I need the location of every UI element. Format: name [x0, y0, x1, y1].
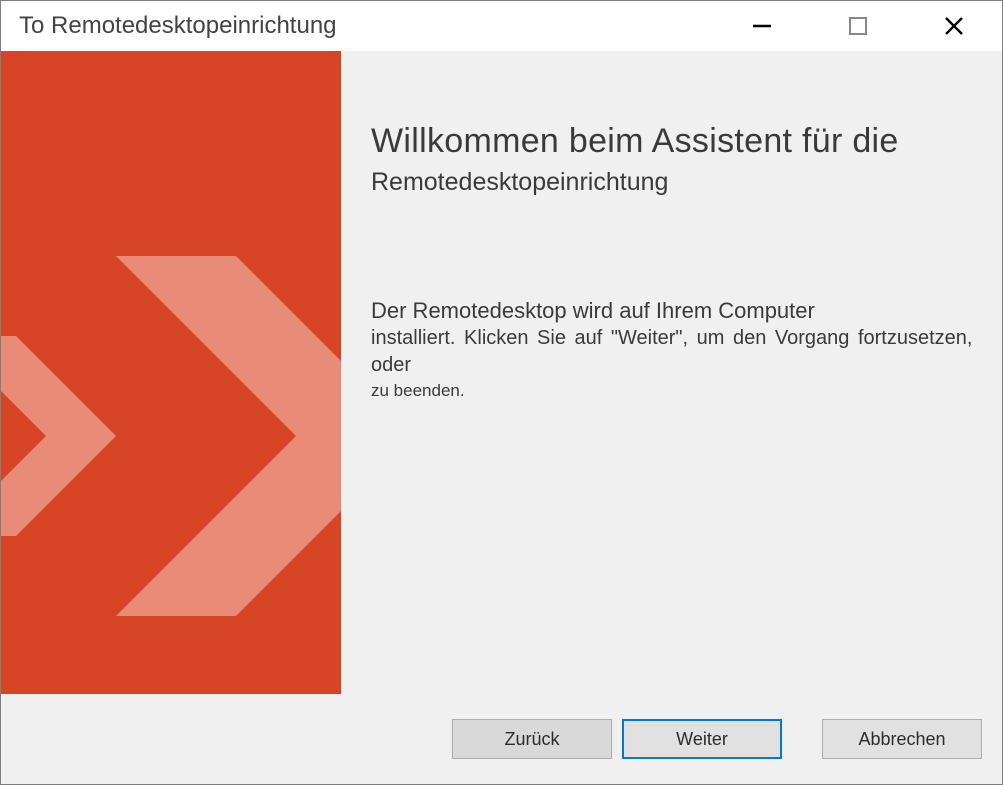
wizard-body-tail: zu beenden.	[371, 381, 1002, 401]
nav-button-group: Zurück Weiter	[452, 719, 782, 759]
window-controls	[714, 1, 1002, 51]
title-bar: To Remotedesktopeinrichtung	[1, 1, 1002, 51]
wizard-subheadline: Remotedesktopeinrichtung	[371, 168, 1002, 197]
main-panel: Willkommen beim Assistent für die Remote…	[341, 51, 1002, 694]
window-title: To Remotedesktopeinrichtung	[19, 12, 714, 40]
minimize-icon	[751, 15, 773, 37]
minimize-button[interactable]	[714, 1, 810, 51]
back-button[interactable]: Zurück	[452, 719, 612, 759]
wizard-body-text: installiert. Klicken Sie auf "Weiter", u…	[371, 325, 1002, 379]
maximize-icon	[847, 15, 869, 37]
maximize-button[interactable]	[810, 1, 906, 51]
footer-bar: Zurück Weiter Abbrechen	[1, 694, 1002, 784]
close-icon	[943, 15, 965, 37]
remote-desktop-logo-icon	[1, 221, 341, 694]
cancel-button[interactable]: Abbrechen	[822, 719, 982, 759]
installer-window: To Remotedesktopeinrichtung	[0, 0, 1003, 785]
next-button[interactable]: Weiter	[622, 719, 782, 759]
close-button[interactable]	[906, 1, 1002, 51]
wizard-body-lead: Der Remotedesktop wird auf Ihrem Compute…	[371, 297, 1002, 326]
banner-graphic	[1, 51, 341, 694]
wizard-headline: Willkommen beim Assistent für die	[371, 121, 1002, 162]
content-area: Willkommen beim Assistent für die Remote…	[1, 51, 1002, 694]
